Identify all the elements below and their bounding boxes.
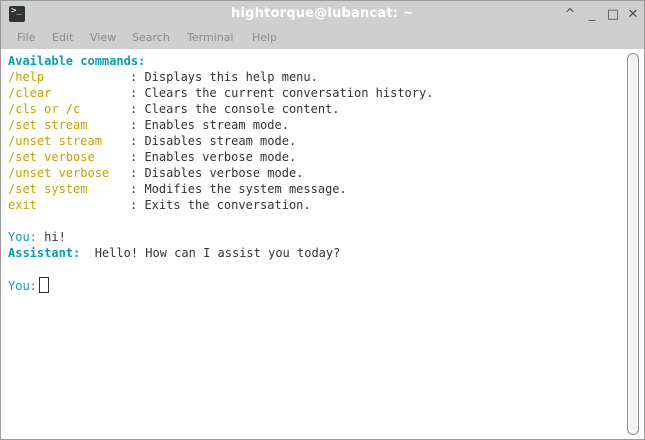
command-row: exit: Exits the conversation. bbox=[8, 197, 311, 213]
separator: : bbox=[130, 102, 145, 116]
minimize-button[interactable]: _ bbox=[583, 6, 601, 24]
separator: : bbox=[130, 150, 145, 164]
command-description: Exits the conversation. bbox=[144, 198, 311, 212]
terminal-window: >_ hightorque@lubancat: ~ ^ _ □ ✕ File E… bbox=[0, 0, 645, 440]
separator: : bbox=[130, 166, 145, 180]
commands-header: Available commands: bbox=[8, 54, 146, 68]
command-description: Enables verbose mode. bbox=[144, 150, 297, 164]
prompt-label: You: bbox=[8, 279, 37, 293]
separator: : bbox=[130, 118, 145, 132]
command-name: /set stream bbox=[8, 118, 88, 132]
command-description: Clears the console content. bbox=[144, 102, 340, 116]
command-description: Modifies the system message. bbox=[144, 182, 347, 196]
assistant-label: Assistant: bbox=[8, 246, 81, 260]
user-label: You: bbox=[8, 230, 37, 244]
command-description: Enables stream mode. bbox=[144, 118, 289, 132]
command-description: Displays this help menu. bbox=[144, 70, 318, 84]
shade-button[interactable]: ^ bbox=[561, 6, 579, 24]
scrollbar-thumb[interactable] bbox=[629, 55, 637, 431]
command-name: exit bbox=[8, 198, 37, 212]
command-row: /set system: Modifies the system message… bbox=[8, 181, 347, 197]
menu-edit[interactable]: Edit bbox=[52, 31, 73, 44]
vertical-scrollbar[interactable] bbox=[627, 53, 639, 435]
input-prompt[interactable]: You: bbox=[8, 277, 49, 294]
window-title: hightorque@lubancat: ~ bbox=[231, 6, 414, 21]
title-bar[interactable]: >_ hightorque@lubancat: ~ ^ _ □ ✕ bbox=[1, 1, 644, 29]
user-message: You: hi! bbox=[8, 229, 66, 245]
command-description: Disables stream mode. bbox=[144, 134, 297, 148]
command-name: /cls or /c bbox=[8, 102, 81, 116]
command-row: /set verbose: Enables verbose mode. bbox=[8, 149, 296, 165]
text-cursor[interactable] bbox=[38, 277, 49, 293]
menu-view[interactable]: View bbox=[90, 31, 116, 44]
command-row: /set stream: Enables stream mode. bbox=[8, 117, 289, 133]
command-description: Disables verbose mode. bbox=[144, 166, 304, 180]
command-name: /unset verbose bbox=[8, 166, 110, 180]
command-name: /unset stream bbox=[8, 134, 102, 148]
menu-bar: File Edit View Search Terminal Help bbox=[1, 29, 644, 49]
command-name: /help bbox=[8, 70, 45, 84]
separator: : bbox=[130, 198, 145, 212]
command-name: /clear bbox=[8, 86, 52, 100]
separator: : bbox=[130, 134, 145, 148]
assistant-text: Hello! How can I assist you today? bbox=[94, 246, 341, 260]
terminal-output[interactable]: Available commands: /help: Displays this… bbox=[4, 51, 624, 437]
command-row: /help: Displays this help menu. bbox=[8, 69, 318, 85]
command-row: /unset stream: Disables stream mode. bbox=[8, 133, 296, 149]
menu-search[interactable]: Search bbox=[132, 31, 170, 44]
separator: : bbox=[130, 86, 145, 100]
maximize-button[interactable]: □ bbox=[604, 6, 622, 24]
command-row: /unset verbose: Disables verbose mode. bbox=[8, 165, 303, 181]
command-row: /cls or /c: Clears the console content. bbox=[8, 101, 340, 117]
command-name: /set verbose bbox=[8, 150, 95, 164]
menu-help[interactable]: Help bbox=[252, 31, 277, 44]
separator: : bbox=[130, 182, 145, 196]
close-button[interactable]: ✕ bbox=[624, 6, 642, 24]
command-description: Clears the current conversation history. bbox=[144, 86, 434, 100]
command-name: /set system bbox=[8, 182, 88, 196]
menu-file[interactable]: File bbox=[17, 31, 35, 44]
menu-terminal[interactable]: Terminal bbox=[187, 31, 234, 44]
assistant-message: Assistant: Hello! How can I assist you t… bbox=[8, 245, 340, 261]
separator: : bbox=[130, 70, 145, 84]
command-row: /clear: Clears the current conversation … bbox=[8, 85, 433, 101]
user-text: hi! bbox=[44, 230, 66, 244]
